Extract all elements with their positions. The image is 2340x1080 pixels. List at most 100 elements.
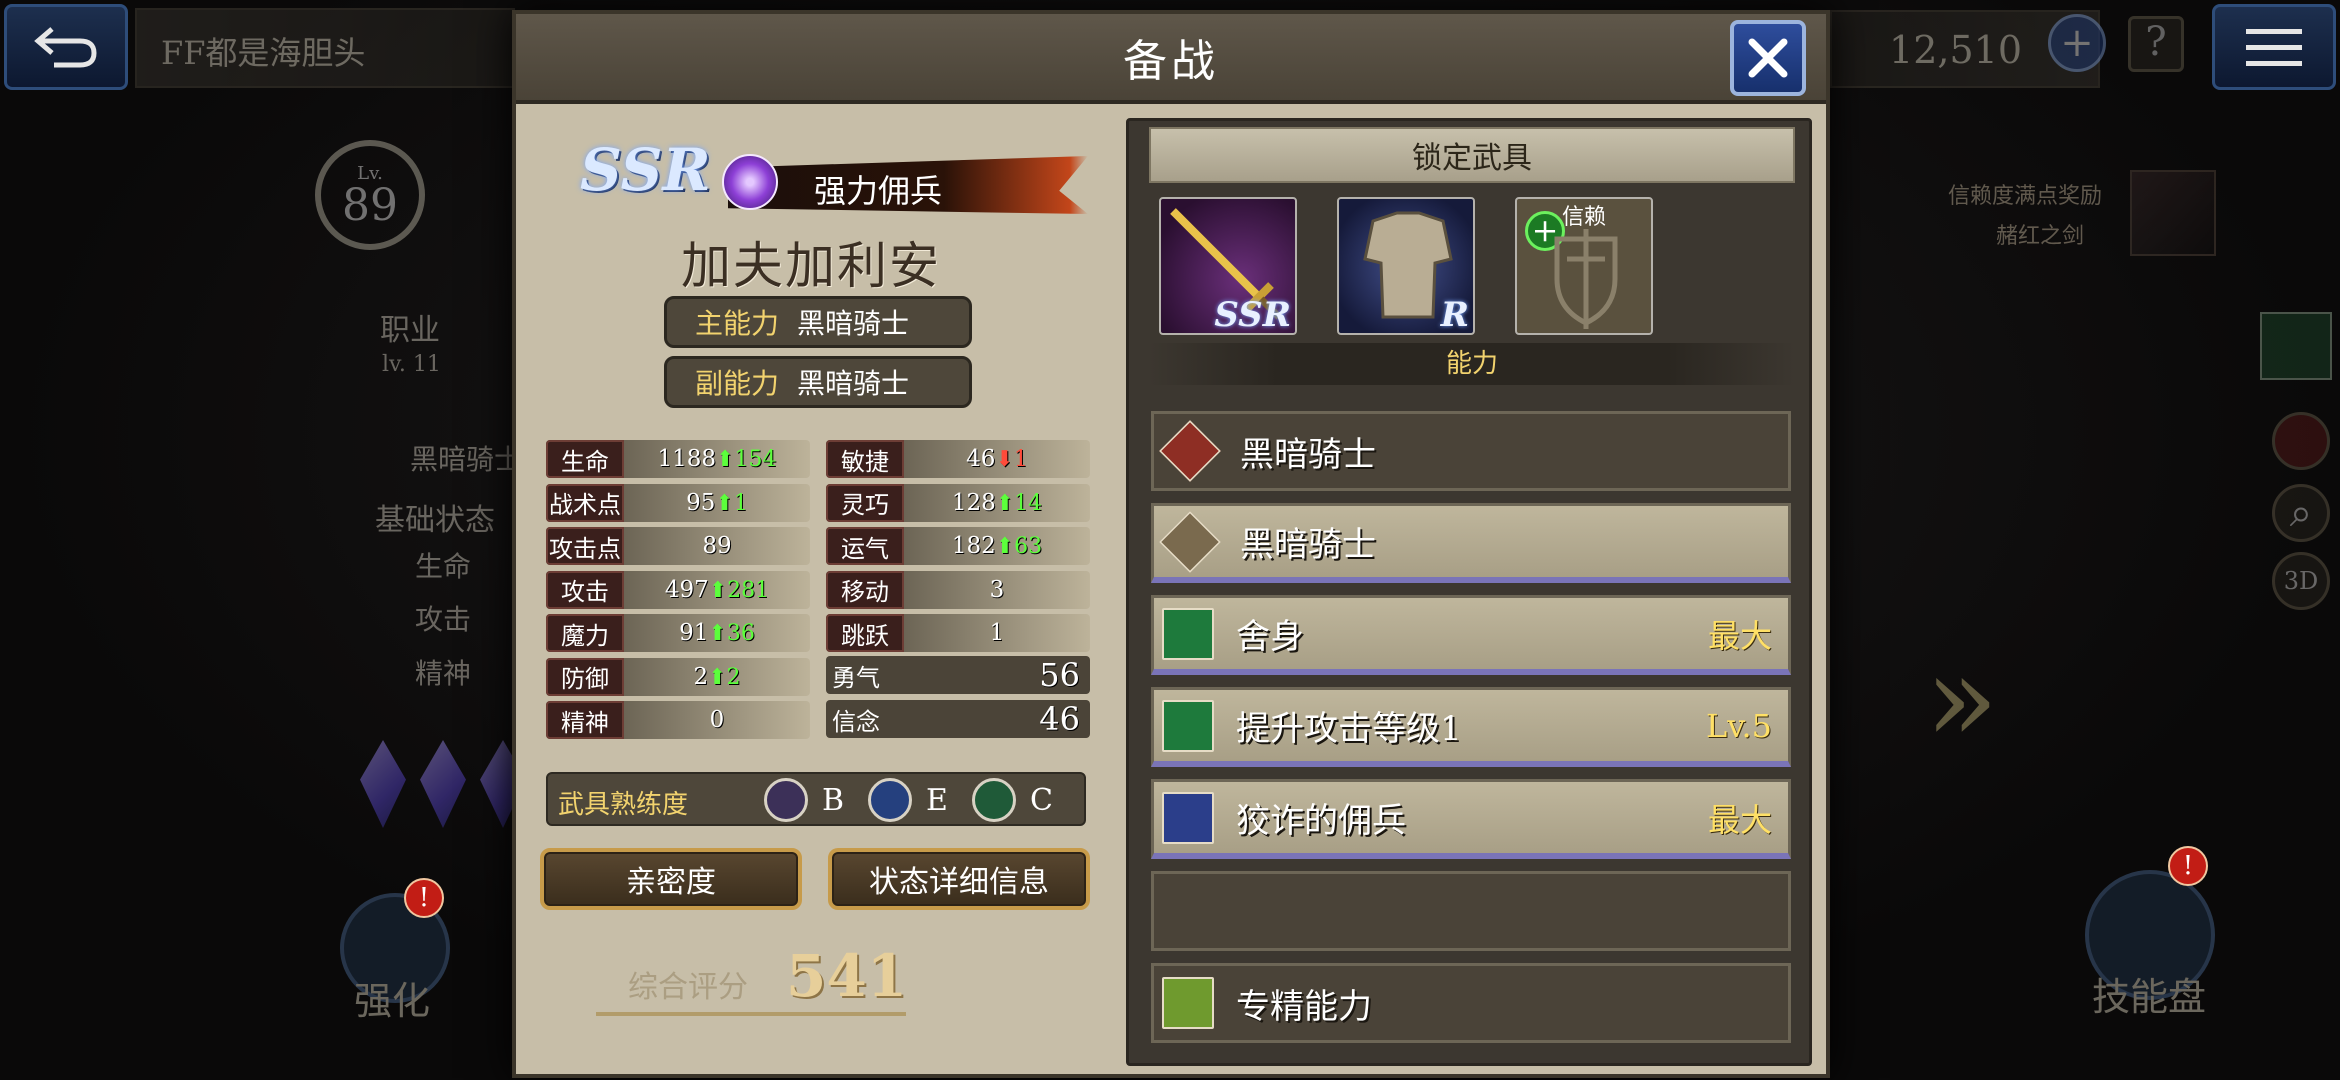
up-arrow-icon: ⬆ xyxy=(708,664,727,690)
stat-label: 攻击点 xyxy=(546,527,624,565)
stat-value: 91⬆36 xyxy=(679,620,755,646)
character-name: 加夫加利安 xyxy=(681,237,941,295)
back-button[interactable] xyxy=(4,4,128,90)
stat-increase-indicator: ⬆14 xyxy=(995,490,1043,516)
up-arrow-icon: ⬆ xyxy=(708,577,728,603)
player-name-bar: FF都是海胆头 xyxy=(135,8,515,88)
up-arrow-icon: ⬆ xyxy=(715,490,734,516)
locked-equipment-header: 锁定武具 xyxy=(1149,127,1795,183)
bg-stat-atk: 攻击 xyxy=(415,603,472,636)
menu-button[interactable] xyxy=(2212,4,2336,90)
stat-label: 敏捷 xyxy=(826,440,904,478)
mastery-accessory: C xyxy=(972,778,1053,822)
scroll-icon[interactable] xyxy=(2260,312,2332,380)
mastery-ability-icon xyxy=(1162,977,1214,1029)
stat-row: 战术点 95⬆1 xyxy=(546,483,810,522)
trust-reward-item: 赭红之剑 xyxy=(1996,224,2085,249)
close-icon xyxy=(1748,38,1788,78)
stat-increase-indicator: ⬆2 xyxy=(708,664,741,690)
weapon-mastery-panel: 武具熟练度 B E C xyxy=(546,772,1086,826)
ability-row-mastery[interactable]: 专精能力 xyxy=(1151,963,1791,1043)
abilities-header: 能力 xyxy=(1149,343,1795,385)
mastery-title: 武具熟练度 xyxy=(558,790,689,820)
mastery-sword: B xyxy=(764,778,844,822)
stat-row: 精神 0 xyxy=(546,701,810,739)
status-details-button[interactable]: 状态详细信息 xyxy=(828,848,1090,910)
stat-label: 生命 xyxy=(546,440,624,478)
view-3d-button[interactable]: 3D xyxy=(2272,552,2330,610)
stat-value: 497⬆281 xyxy=(664,576,770,603)
stat-row: 运气 182⬆63 xyxy=(826,527,1090,565)
stat-row: 灵巧 128⬆14 xyxy=(826,483,1090,522)
next-character-chevron-icon[interactable]: » xyxy=(1925,630,1998,769)
trust-reward-sword-icon xyxy=(2130,170,2216,256)
stat-increase-indicator: ⬆36 xyxy=(708,621,755,646)
stat-row: 跳跃 1 xyxy=(826,614,1090,652)
score-decoration xyxy=(596,1012,906,1016)
sub-ability-pill: 副能力 黑暗骑士 xyxy=(664,356,972,408)
bg-level-circle: Lv. 89 xyxy=(315,140,425,250)
emblem-icon[interactable] xyxy=(2272,412,2330,470)
dark-knight-icon xyxy=(1159,510,1221,573)
trust-equipment-slot[interactable]: 信赖 + xyxy=(1515,197,1653,335)
ability-row-sub-job[interactable]: 黑暗骑士 xyxy=(1151,503,1791,583)
stat-label: 防御 xyxy=(546,657,624,696)
rarity-ssr-logo: SSR xyxy=(580,136,711,204)
stat-row: 移动 3 xyxy=(826,570,1090,609)
equipped-weapon-slot[interactable]: SSR xyxy=(1159,197,1297,335)
crystal-icon xyxy=(360,740,406,828)
help-icon[interactable]: ? xyxy=(2128,16,2184,72)
mercenary-type-icon xyxy=(722,154,778,210)
character-type-banner: 强力佣兵 xyxy=(728,156,1088,214)
stat-row-faith: 信念 46 xyxy=(826,700,1090,738)
crystal-icon xyxy=(420,740,466,828)
accessory-icon xyxy=(972,778,1016,822)
stat-row: 防御 2⬆2 xyxy=(546,657,810,696)
magnify-icon[interactable]: ⌕ xyxy=(2272,484,2330,542)
ability-row-attack-up[interactable]: 提升攻击等级1 Lv.5 xyxy=(1151,687,1791,767)
stat-value: 182⬆63 xyxy=(951,533,1043,559)
stat-increase-indicator: ⬆63 xyxy=(995,534,1043,559)
stat-label: 移动 xyxy=(826,570,904,609)
stat-row: 攻击点 89 xyxy=(546,527,810,565)
stat-increase-indicator: ⬆1 xyxy=(715,490,748,516)
bg-job-name: 黑暗骑士 xyxy=(410,443,523,476)
overall-score-value: 541 xyxy=(786,942,908,1010)
enhance-label: 强化 xyxy=(354,979,431,1023)
bg-job-level: lv. 11 xyxy=(382,352,441,377)
close-button[interactable] xyxy=(1730,20,1806,96)
preparation-dialog: 备战 SSR 强力佣兵 加夫加利安 主能力 黑暗骑士 副能力 黑暗骑士 生命 11… xyxy=(512,10,1830,1078)
enhance-alert-badge: ! xyxy=(404,878,444,918)
dialog-header: 备战 xyxy=(516,14,1826,104)
stat-value: 46⬇1 xyxy=(966,446,1028,472)
stat-label: 攻击 xyxy=(546,570,624,609)
skill-board-label: 技能盘 xyxy=(2092,975,2207,1019)
affinity-button[interactable]: 亲密度 xyxy=(540,848,802,910)
stat-value: 0 xyxy=(709,707,725,733)
bg-job-label: 职业 xyxy=(380,313,440,348)
ability-row-job[interactable]: 黑暗骑士 xyxy=(1151,411,1791,491)
stat-row-bravery: 勇气 56 xyxy=(826,656,1090,694)
ability-row-sacrifice[interactable]: 舍身 最大 xyxy=(1151,595,1791,675)
stat-value: 95⬆1 xyxy=(686,489,748,516)
stat-row: 敏捷 46⬇1 xyxy=(826,440,1090,478)
add-currency-button[interactable]: + xyxy=(2048,14,2106,72)
stat-label: 灵巧 xyxy=(826,483,904,522)
sword-icon xyxy=(764,778,808,822)
stat-value: 1 xyxy=(989,620,1005,646)
down-arrow-icon: ⬇ xyxy=(995,447,1014,472)
up-arrow-icon: ⬆ xyxy=(995,490,1015,516)
ability-row-empty[interactable] xyxy=(1151,871,1791,951)
stat-value: 89 xyxy=(702,533,732,559)
equipped-armor-slot[interactable]: R xyxy=(1337,197,1475,335)
stat-value: 1188⬆154 xyxy=(657,446,777,472)
stat-row: 生命 1188⬆154 xyxy=(546,440,810,478)
ability-green-icon xyxy=(1162,607,1214,660)
stat-value: 128⬆14 xyxy=(951,489,1043,516)
armor-icon xyxy=(868,778,912,822)
bg-stat-hp: 生命 xyxy=(415,550,472,583)
stat-label: 魔力 xyxy=(546,614,624,652)
stat-increase-indicator: ⬆154 xyxy=(716,447,777,472)
right-panel: 锁定武具 SSR R 信赖 + 能力 黑暗骑士 黑暗骑士 舍身 最大 提升攻击等… xyxy=(1126,118,1812,1066)
ability-row-cunning-mercenary[interactable]: 狡诈的佣兵 最大 xyxy=(1151,779,1791,859)
